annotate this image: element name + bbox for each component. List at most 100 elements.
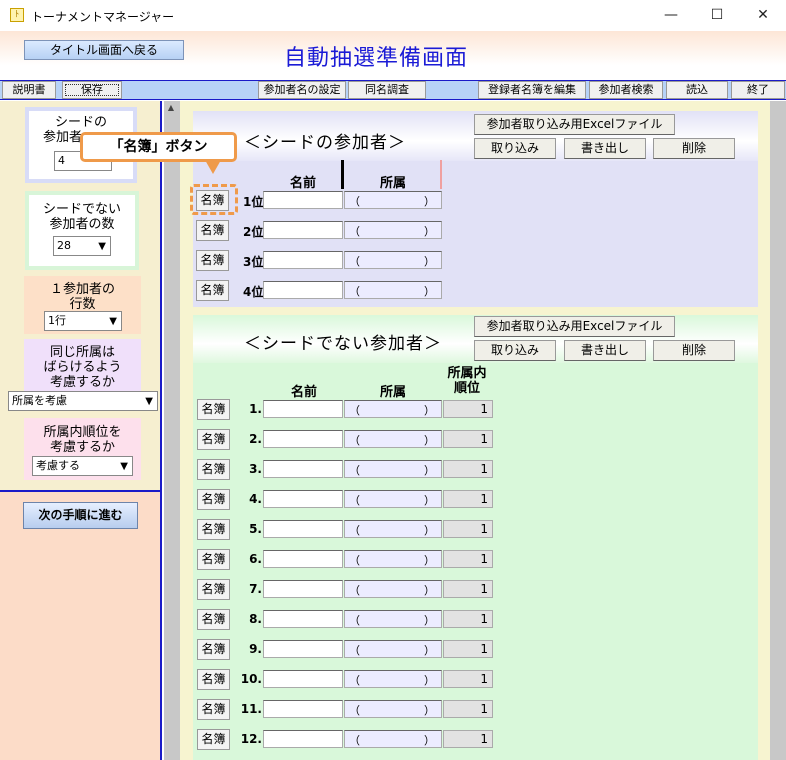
nonseed-name-input[interactable] <box>263 520 343 538</box>
seed-name-input[interactable] <box>263 251 343 269</box>
nonseed-affiliation-input[interactable]: （） <box>344 520 442 538</box>
nonseed-affiliation-input[interactable]: （） <box>344 700 442 718</box>
nonseed-name-input[interactable] <box>263 640 343 658</box>
nonseed-order-input[interactable]: 1 <box>443 730 493 748</box>
nonseed-order-input[interactable]: 1 <box>443 400 493 418</box>
minimize-icon[interactable]: — <box>648 0 694 31</box>
seed-section-title: ＜シードの参加者＞ <box>244 133 406 153</box>
nonseed-affiliation-input[interactable]: （） <box>344 430 442 448</box>
nonseed-name-input[interactable] <box>263 550 343 568</box>
nonseed-excel-file-button[interactable]: 参加者取り込み用Excelファイル <box>474 316 675 337</box>
nonseed-affiliation-input[interactable]: （） <box>344 730 442 748</box>
nonseed-order-input[interactable]: 1 <box>443 490 493 508</box>
roster-button[interactable]: 名簿 <box>197 699 230 720</box>
nonseed-order-input[interactable]: 1 <box>443 580 493 598</box>
same-aff-label-1: 同じ所属は <box>49 345 115 360</box>
rows-select[interactable]: 1行 ▼ <box>44 311 122 331</box>
nonseed-affiliation-input[interactable]: （） <box>344 670 442 688</box>
roster-button[interactable]: 名簿 <box>197 729 230 750</box>
same-name-check-button[interactable]: 同名調査 <box>348 81 426 99</box>
rows-label-1: １参加者の <box>49 282 115 297</box>
nonseed-order-input[interactable]: 1 <box>443 550 493 568</box>
seed-delete-button[interactable]: 削除 <box>653 138 735 159</box>
roster-button[interactable]: 名簿 <box>197 549 230 570</box>
nonseed-order-input[interactable]: 1 <box>443 520 493 538</box>
roster-button[interactable]: 名簿 <box>196 220 229 241</box>
next-step-button[interactable]: 次の手順に進む <box>23 502 138 529</box>
scroll-up-icon[interactable]: ▲ <box>165 103 177 115</box>
seed-name-input[interactable] <box>263 191 343 209</box>
roster-button[interactable]: 名簿 <box>197 519 230 540</box>
seed-affiliation-input[interactable]: （） <box>344 251 442 269</box>
roster-button[interactable]: 名簿 <box>197 579 230 600</box>
nonseed-export-button[interactable]: 書き出し <box>564 340 646 361</box>
close-icon[interactable]: ✕ <box>740 0 786 31</box>
seed-name-input[interactable] <box>263 221 343 239</box>
nonseed-row-number: 12. <box>240 732 262 746</box>
nonseed-name-input[interactable] <box>263 700 343 718</box>
nonseed-order-input[interactable]: 1 <box>443 670 493 688</box>
nonseed-affiliation-input[interactable]: （） <box>344 580 442 598</box>
nonseed-name-input[interactable] <box>263 400 343 418</box>
roster-button[interactable]: 名簿 <box>197 489 230 510</box>
seed-affiliation-input[interactable]: （） <box>344 221 442 239</box>
nonseed-order-input[interactable]: 1 <box>443 610 493 628</box>
aff-open-paren: （ <box>349 255 360 268</box>
vertical-scrollbar[interactable] <box>770 101 786 760</box>
nonseed-affiliation-input[interactable]: （） <box>344 640 442 658</box>
seed-import-button[interactable]: 取り込み <box>474 138 556 159</box>
nonseed-affiliation-input[interactable]: （） <box>344 550 442 568</box>
participant-name-settings-button[interactable]: 参加者名の設定 <box>258 81 346 99</box>
nonseed-name-input[interactable] <box>263 460 343 478</box>
back-to-title-button[interactable]: タイトル画面へ戻る <box>24 40 184 60</box>
roster-button[interactable]: 名簿 <box>197 459 230 480</box>
nonseed-order-input[interactable]: 1 <box>443 460 493 478</box>
rows-label-2: 行数 <box>69 297 96 312</box>
nonseed-count-select[interactable]: 28 ▼ <box>53 236 111 256</box>
nonseed-delete-button[interactable]: 削除 <box>653 340 735 361</box>
nonseed-name-input[interactable] <box>263 670 343 688</box>
nonseed-affiliation-input[interactable]: （） <box>344 490 442 508</box>
aff-open-paren: （ <box>349 614 360 627</box>
aff-close-paren: ） <box>424 494 435 507</box>
seed-affiliation-input[interactable]: （） <box>344 281 442 299</box>
nonseed-affiliation-input[interactable]: （） <box>344 610 442 628</box>
roster-button[interactable]: 名簿 <box>197 639 230 660</box>
seed-excel-file-button[interactable]: 参加者取り込み用Excelファイル <box>474 114 675 135</box>
nonseed-name-input[interactable] <box>263 730 343 748</box>
nonseed-name-input[interactable] <box>263 610 343 628</box>
save-button[interactable]: 保存 <box>62 81 122 99</box>
nonseed-affiliation-input[interactable]: （） <box>344 460 442 478</box>
same-aff-select[interactable]: 所属を考慮 ▼ <box>8 391 158 411</box>
seed-affiliation-input[interactable]: （） <box>344 191 442 209</box>
nonseed-name-input[interactable] <box>263 490 343 508</box>
nonseed-col-aff: 所属 <box>379 385 406 400</box>
nonseed-order-input[interactable]: 1 <box>443 640 493 658</box>
seed-export-button[interactable]: 書き出し <box>564 138 646 159</box>
participant-search-button[interactable]: 参加者検索 <box>589 81 663 99</box>
roster-button[interactable]: 名簿 <box>197 399 230 420</box>
roster-button[interactable]: 名簿 <box>197 609 230 630</box>
nonseed-row-number: 1. <box>249 402 262 416</box>
left-scrollbar-track[interactable] <box>164 118 178 760</box>
roster-button[interactable]: 名簿 <box>196 250 229 271</box>
nonseed-name-input[interactable] <box>263 580 343 598</box>
order-select[interactable]: 考慮する ▼ <box>32 456 133 476</box>
seed-count-label: シードの <box>54 115 107 130</box>
roster-button[interactable]: 名簿 <box>197 429 230 450</box>
seed-name-input[interactable] <box>263 281 343 299</box>
nonseed-row-number: 7. <box>249 582 262 596</box>
roster-button[interactable]: 名簿 <box>197 669 230 690</box>
load-button[interactable]: 読込 <box>666 81 728 99</box>
exit-button[interactable]: 終了 <box>731 81 785 99</box>
edit-register-button[interactable]: 登録者名簿を編集 <box>478 81 586 99</box>
roster-button[interactable]: 名簿 <box>196 280 229 301</box>
manual-button[interactable]: 説明書 <box>2 81 56 99</box>
nonseed-affiliation-input[interactable]: （） <box>344 400 442 418</box>
maximize-icon[interactable]: ☐ <box>694 0 740 31</box>
nonseed-import-button[interactable]: 取り込み <box>474 340 556 361</box>
aff-close-paren: ） <box>424 285 435 298</box>
nonseed-order-input[interactable]: 1 <box>443 430 493 448</box>
nonseed-name-input[interactable] <box>263 430 343 448</box>
nonseed-order-input[interactable]: 1 <box>443 700 493 718</box>
